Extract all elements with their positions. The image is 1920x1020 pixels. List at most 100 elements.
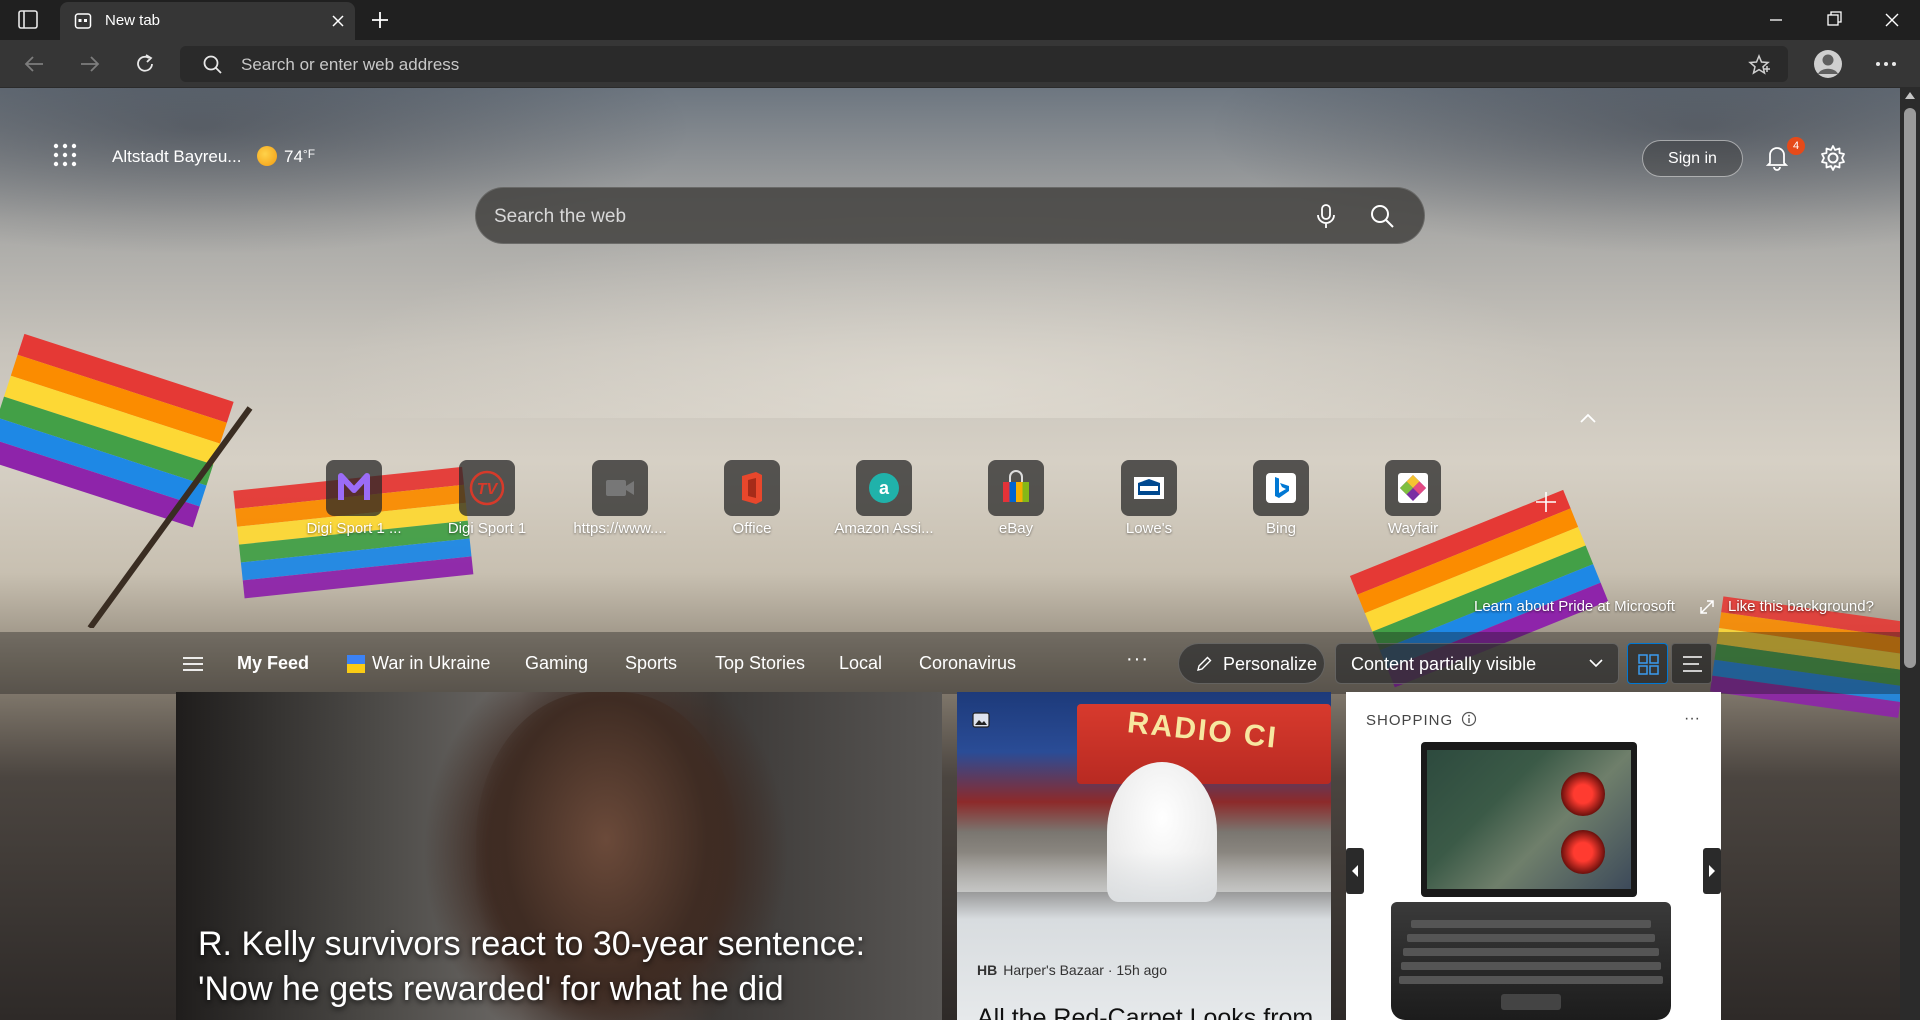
feed-tab-sports[interactable]: Sports <box>625 653 677 674</box>
sunny-weather-icon[interactable] <box>257 146 277 166</box>
weather-temperature[interactable]: 74°F <box>284 147 315 167</box>
settings-gear-icon[interactable] <box>1818 143 1848 173</box>
new-tab-page: Altstadt Bayreu... 74°F Sign in 4 Search… <box>0 88 1900 1020</box>
refresh-icon[interactable] <box>127 48 163 80</box>
quick-link-label: eBay <box>998 520 1034 537</box>
content-visibility-dropdown[interactable]: Content partially visible <box>1335 643 1619 684</box>
add-quick-link-plus-icon[interactable] <box>1532 488 1560 516</box>
shopping-label: SHOPPING <box>1366 712 1454 729</box>
page-scrollbar[interactable] <box>1900 88 1920 1020</box>
quick-link-tile[interactable]: https://www.... <box>565 460 675 550</box>
address-bar[interactable]: Search or enter web address <box>180 46 1788 82</box>
shopping-more-options[interactable]: ··· <box>1684 710 1700 728</box>
learn-about-pride-link[interactable]: Learn about Pride at Microsoft <box>1474 598 1675 615</box>
feed-tab-local[interactable]: Local <box>839 653 882 674</box>
grid-view-icon[interactable] <box>1627 643 1668 684</box>
search-submit-icon[interactable] <box>1368 202 1396 230</box>
active-tab[interactable]: New tab <box>60 2 355 40</box>
personalize-label: Personalize <box>1223 654 1318 674</box>
favorites-star-icon[interactable] <box>1747 53 1771 82</box>
sign-in-button[interactable]: Sign in <box>1642 140 1743 177</box>
feed-tab-my-feed[interactable]: My Feed <box>237 653 309 674</box>
article-text-panel <box>957 852 1331 1020</box>
svg-text:a: a <box>879 478 890 498</box>
temperature-unit: °F <box>302 147 316 161</box>
hero-news-card[interactable]: R. Kelly survivors react to 30-year sent… <box>176 692 942 1020</box>
profile-avatar-icon[interactable] <box>1811 47 1845 81</box>
quick-link-tile[interactable]: Wayfair <box>1358 460 1468 550</box>
list-view-icon[interactable] <box>1671 643 1712 684</box>
feed-tab-coronavirus[interactable]: Coronavirus <box>919 653 1016 674</box>
quick-link-tile[interactable]: TV Digi Sport 1 <box>432 460 542 550</box>
wayfair-logo-icon <box>1385 460 1441 516</box>
quick-link-tile[interactable]: Bing <box>1226 460 1336 550</box>
amazon-a-icon: a <box>856 460 912 516</box>
feed-more-tabs[interactable]: ··· <box>1126 648 1149 671</box>
collapse-quick-links-chevron-up-icon[interactable] <box>1576 410 1600 426</box>
close-window-icon[interactable] <box>1864 0 1920 40</box>
minimize-icon[interactable] <box>1748 0 1804 40</box>
feed-tab-gaming[interactable]: Gaming <box>525 653 588 674</box>
quick-link-tile[interactable]: Lowe's <box>1094 460 1204 550</box>
red-orb-graphic <box>1561 830 1605 874</box>
tab-actions-icon[interactable] <box>14 8 42 32</box>
laptop-display <box>1427 750 1631 889</box>
scrollbar-thumb[interactable] <box>1904 108 1916 668</box>
laptop-screen <box>1421 742 1637 897</box>
temperature-value: 74 <box>284 147 303 166</box>
apps-grid-icon[interactable] <box>50 140 80 170</box>
web-search-box[interactable]: Search the web <box>475 187 1425 244</box>
feed-tab-war-in-ukraine[interactable]: War in Ukraine <box>372 653 490 674</box>
source-logo: HB <box>977 962 998 978</box>
weather-location[interactable]: Altstadt Bayreu... <box>112 147 241 167</box>
quick-link-label: Bing <box>1265 520 1297 537</box>
feed-menu-hamburger-icon[interactable] <box>182 655 204 673</box>
laptop-keyboard <box>1391 902 1671 1020</box>
quick-link-label: Lowe's <box>1125 520 1173 537</box>
notification-badge: 4 <box>1787 137 1805 155</box>
microphone-icon[interactable] <box>1313 202 1339 230</box>
address-search-icon <box>202 54 224 81</box>
more-options-icon[interactable] <box>1870 48 1902 80</box>
content-visibility-label: Content partially visible <box>1351 654 1537 674</box>
expand-arrows-icon[interactable] <box>1698 598 1716 621</box>
restore-icon[interactable] <box>1806 0 1862 40</box>
quick-link-label: Amazon Assi... <box>834 520 934 537</box>
article-source: HB Harper's Bazaar · 15h ago <box>977 962 1167 978</box>
carousel-next-icon[interactable] <box>1703 848 1721 894</box>
forward-icon[interactable] <box>72 48 108 80</box>
shopping-bag-icon <box>988 460 1044 516</box>
address-input[interactable]: Search or enter web address <box>241 55 459 75</box>
shopping-card[interactable]: SHOPPING ··· <box>1346 692 1721 1020</box>
tv-logo-icon: TV <box>459 460 515 516</box>
quick-link-label: Digi Sport 1 <box>447 520 527 537</box>
quick-link-tile[interactable]: Office <box>697 460 807 550</box>
new-tab-favicon-icon <box>74 12 92 30</box>
quick-link-label: Digi Sport 1 ... <box>306 520 402 537</box>
quick-link-tile[interactable]: a Amazon Assi... <box>829 460 939 550</box>
close-tab-icon[interactable] <box>327 10 349 32</box>
red-orb-graphic <box>1561 772 1605 816</box>
quick-link-tile[interactable]: eBay <box>961 460 1071 550</box>
chevron-down-icon <box>1587 656 1605 670</box>
quick-link-tile[interactable]: Digi Sport 1 ... <box>299 460 409 550</box>
carousel-previous-icon[interactable] <box>1346 848 1364 894</box>
video-camera-icon <box>592 460 648 516</box>
navigation-bar: Search or enter web address <box>0 40 1920 88</box>
new-tab-icon[interactable] <box>365 6 395 34</box>
office-logo-icon <box>724 460 780 516</box>
article-card[interactable]: RADIO CI HB Harper's Bazaar · 15h ago All… <box>957 692 1331 1020</box>
lowes-logo-icon <box>1121 460 1177 516</box>
web-search-input[interactable]: Search the web <box>494 206 626 228</box>
personalize-button[interactable]: Personalize <box>1178 643 1325 684</box>
tab-title: New tab <box>105 12 161 29</box>
info-icon[interactable] <box>1461 711 1477 727</box>
back-icon[interactable] <box>16 48 52 80</box>
scroll-up-arrow-icon[interactable] <box>1905 92 1915 99</box>
pencil-icon <box>1195 655 1213 678</box>
feed-tab-top-stories[interactable]: Top Stories <box>715 653 805 674</box>
svg-text:TV: TV <box>477 481 499 498</box>
like-background-link[interactable]: Like this background? <box>1728 598 1874 615</box>
quick-link-label: https://www.... <box>573 520 667 537</box>
quick-link-label: Wayfair <box>1387 520 1439 537</box>
